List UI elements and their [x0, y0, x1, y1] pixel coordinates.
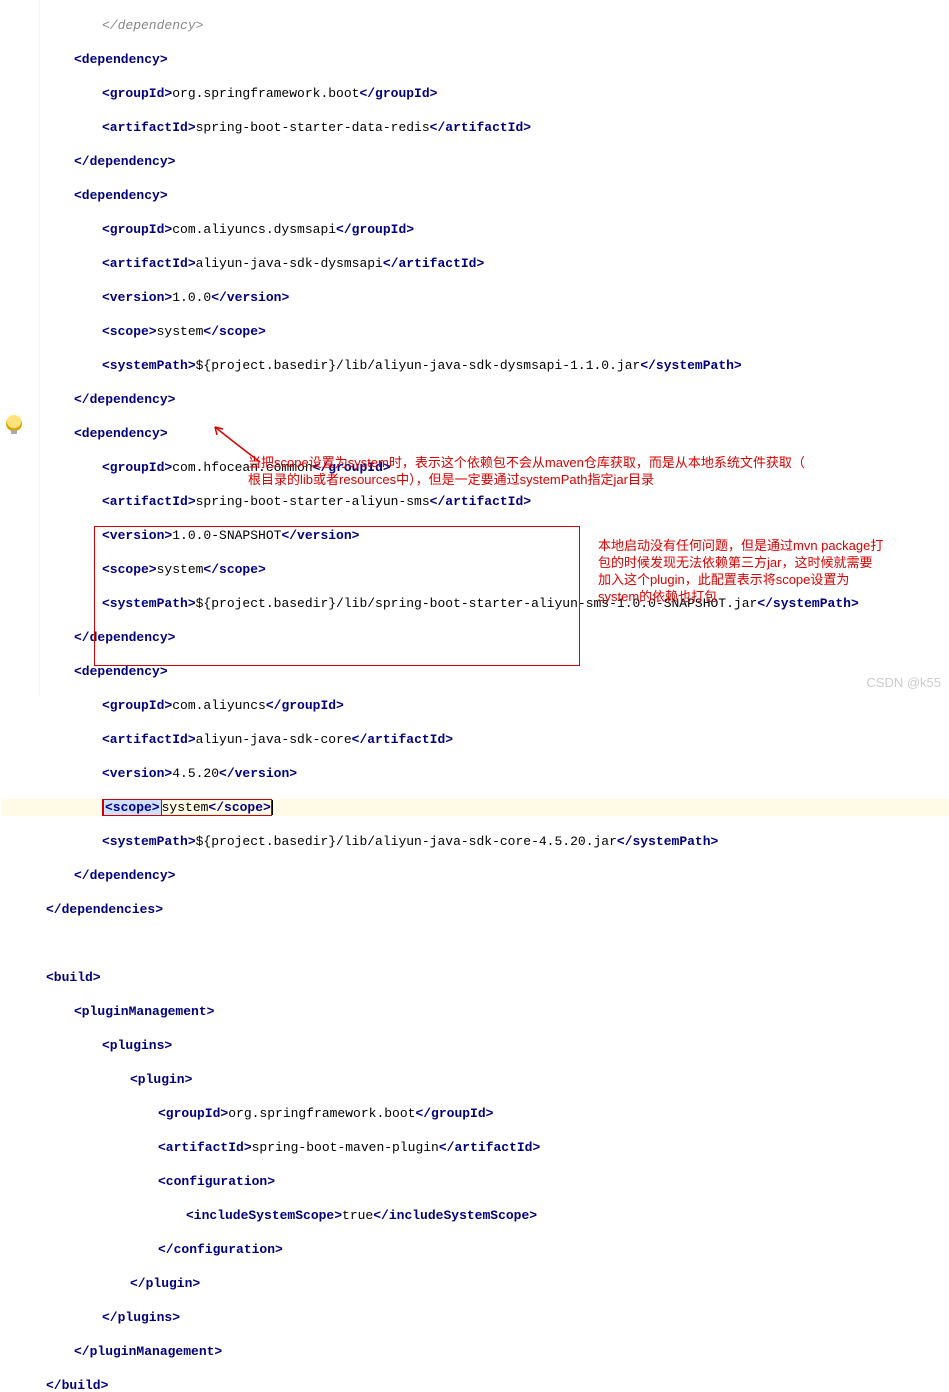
artifactId-val: aliyun-java-sdk-core [196, 732, 352, 747]
annotation-line: system的依赖也打包 [598, 589, 938, 606]
version-val: 4.5.20 [172, 766, 219, 781]
scope-open: <scope> [102, 562, 157, 577]
p-artifactId: spring-boot-maven-plugin [252, 1140, 439, 1155]
dependency-close: </dependency> [74, 392, 175, 407]
groupId-open: <groupId> [102, 698, 172, 713]
watermark: CSDN @k55 [866, 675, 941, 690]
version-val: 1.0.0-SNAPSHOT [172, 528, 281, 543]
dependency-open: <dependency> [74, 426, 168, 441]
artifactId-open: <artifactId> [102, 120, 196, 135]
scope-line-selected[interactable]: <scope>system</scope> [102, 799, 272, 816]
code-editor[interactable]: </dependency> <dependency> <groupId>org.… [0, 0, 949, 1392]
faded-close-tag: </dependency> [102, 18, 203, 33]
groupId-val: com.aliyuncs [172, 698, 266, 713]
groupId-close: </groupId> [359, 86, 437, 101]
pluginManagement-close: </pluginManagement> [74, 1344, 222, 1359]
pluginManagement-open: <pluginManagement> [74, 1004, 214, 1019]
artifactId-val: spring-boot-starter-data-redis [196, 120, 430, 135]
dependency-close: </dependency> [74, 630, 175, 645]
includeSystemScope-close: </includeSystemScope> [373, 1208, 537, 1223]
plugin-open: <plugin> [130, 1072, 192, 1087]
text-cursor [272, 800, 273, 815]
artifactId-val: aliyun-java-sdk-dysmsapi [196, 256, 383, 271]
version-open: <version> [102, 290, 172, 305]
dependencies-close: </dependencies> [46, 902, 163, 917]
build-close: </build> [46, 1378, 108, 1392]
groupId-open: <groupId> [102, 86, 172, 101]
version-close: </version> [211, 290, 289, 305]
systemPath-val: ${project.basedir}/lib/aliyun-java-sdk-c… [196, 834, 617, 849]
systemPath-close: </systemPath> [640, 358, 741, 373]
version-close: </version> [219, 766, 297, 781]
systemPath-open: <systemPath> [102, 596, 196, 611]
artifactId-close: </artifactId> [430, 494, 531, 509]
scope-open-sel: <scope> [103, 799, 162, 816]
groupId-close: </groupId> [336, 222, 414, 237]
dependency-open: <dependency> [74, 52, 168, 67]
dependency-close: </dependency> [74, 154, 175, 169]
scope-close: </scope> [203, 562, 265, 577]
configuration-open: <configuration> [158, 1174, 275, 1189]
annotation-line: 根目录的lib或者resources中），但是一定要通过systemPath指定… [248, 472, 948, 489]
scope-close: </scope> [208, 800, 270, 815]
version-close: </version> [281, 528, 359, 543]
artifactId-close: </artifactId> [430, 120, 531, 135]
scope-close: </scope> [203, 324, 265, 339]
dependency-open: <dependency> [74, 188, 168, 203]
annotation-plugin-note: 本地启动没有任何问题，但是通过mvn package打 包的时候发现无法依赖第三… [598, 538, 938, 606]
configuration-close: </configuration> [158, 1242, 283, 1257]
plugins-open: <plugins> [102, 1038, 172, 1053]
annotation-scope-note: 当把scope设置为system时，表示这个依赖包不会从maven仓库获取，而是… [248, 455, 948, 489]
systemPath-val: ${project.basedir}/lib/aliyun-java-sdk-d… [196, 358, 641, 373]
artifactId-val: spring-boot-starter-aliyun-sms [196, 494, 430, 509]
annotation-line: 当把scope设置为system时，表示这个依赖包不会从maven仓库获取，而是… [248, 455, 948, 472]
includeSystemScope-open: <includeSystemScope> [186, 1208, 342, 1223]
annotation-line: 加入这个plugin，此配置表示将scope设置为 [598, 572, 938, 589]
artifactId-open: <artifactId> [102, 256, 196, 271]
groupId-close: </groupId> [266, 698, 344, 713]
version-open: <version> [102, 528, 172, 543]
scope-val: system [162, 800, 209, 815]
groupId-open: <groupId> [158, 1106, 228, 1121]
build-open: <build> [46, 970, 101, 985]
annotation-line: 本地启动没有任何问题，但是通过mvn package打 [598, 538, 938, 555]
scope-val: system [157, 562, 204, 577]
plugins-close: </plugins> [102, 1310, 180, 1325]
includeSystemScope-val: true [342, 1208, 373, 1223]
p-groupId: org.springframework.boot [228, 1106, 415, 1121]
scope-open: <scope> [102, 324, 157, 339]
groupId-val: org.springframework.boot [172, 86, 359, 101]
dependency-close: </dependency> [74, 868, 175, 883]
groupId-open: <groupId> [102, 222, 172, 237]
version-val: 1.0.0 [172, 290, 211, 305]
annotation-line: 包的时候发现无法依赖第三方jar，这时候就需要 [598, 555, 938, 572]
artifactId-open: <artifactId> [102, 732, 196, 747]
version-open: <version> [102, 766, 172, 781]
artifactId-open: <artifactId> [158, 1140, 252, 1155]
artifactId-close: </artifactId> [352, 732, 453, 747]
plugin-close: </plugin> [130, 1276, 200, 1291]
artifactId-close: </artifactId> [383, 256, 484, 271]
groupId-open: <groupId> [102, 460, 172, 475]
scope-val: system [157, 324, 204, 339]
groupId-val: com.aliyuncs.dysmsapi [172, 222, 336, 237]
systemPath-open: <systemPath> [102, 834, 196, 849]
systemPath-open: <systemPath> [102, 358, 196, 373]
groupId-close: </groupId> [415, 1106, 493, 1121]
artifactId-close: </artifactId> [439, 1140, 540, 1155]
dependency-open: <dependency> [74, 664, 168, 679]
systemPath-close: </systemPath> [617, 834, 718, 849]
artifactId-open: <artifactId> [102, 494, 196, 509]
